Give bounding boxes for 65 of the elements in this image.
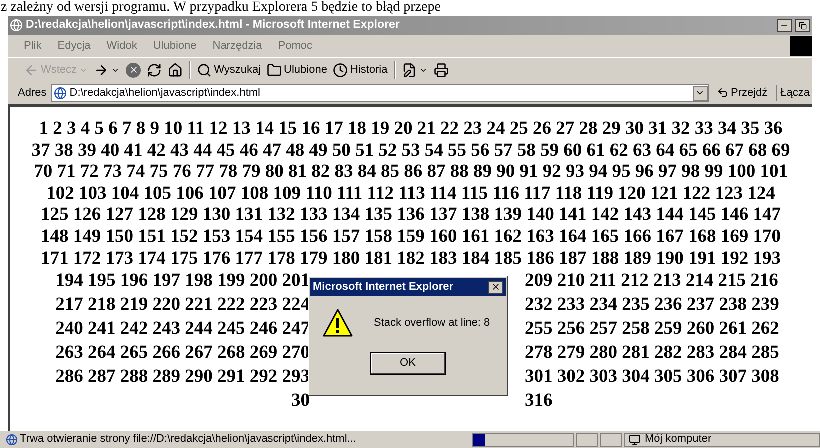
number-row: 171 172 173 174 175 176 177 178 179 180 181 182 183 184 185 186 187 188 189 190 191 192 193 <box>41 248 781 270</box>
number-row: 278 279 280 281 282 283 284 285 <box>525 343 780 364</box>
caption-text: z zależny od wersji programu. W przypadku Explorera 5 będzie to błąd przepe <box>0 0 442 16</box>
menu-item[interactable]: Ulubione <box>153 38 197 54</box>
page-icon <box>6 434 18 446</box>
number-row: 240 241 242 243 244 245 246 247 <box>56 319 310 340</box>
number-row: 301 302 303 304 305 306 307 308 <box>525 367 780 388</box>
number-row: 194 195 196 197 198 199 200 201 <box>56 271 310 292</box>
folder-icon <box>267 62 282 78</box>
stop-button[interactable] <box>126 62 142 78</box>
links-button[interactable]: Łącza <box>776 84 812 102</box>
close-icon <box>490 282 500 292</box>
home-icon <box>168 62 184 78</box>
number-row: 232 233 234 235 236 237 238 239 <box>525 295 780 316</box>
history-button[interactable]: Historia <box>333 62 388 78</box>
restore-button[interactable] <box>795 19 810 32</box>
status-panel <box>600 432 622 446</box>
forward-arrow-icon <box>94 62 110 78</box>
warning-icon <box>322 308 354 338</box>
restore-icon <box>798 22 806 30</box>
computer-icon <box>629 434 641 446</box>
refresh-icon <box>147 62 162 78</box>
minimize-button[interactable] <box>777 19 792 32</box>
ok-button[interactable]: OK <box>370 352 446 375</box>
number-row: 30 <box>292 391 310 412</box>
refresh-button[interactable] <box>147 62 162 78</box>
go-button[interactable]: Przejdź <box>712 84 772 102</box>
page-icon <box>54 86 67 100</box>
number-row: 125 126 127 128 129 130 131 132 133 134 135 136 137 138 139 140 141 142 143 144 145 146 147 <box>41 205 781 227</box>
dialog-message: Stack overflow at line: 8 <box>374 316 490 331</box>
number-row: 37 38 39 40 41 42 43 44 45 46 47 48 49 50 51 52 53 54 55 56 57 58 59 60 61 62 63 64 65 66 67 68 69 <box>32 140 790 162</box>
status-text: Trwa otwieranie strony file://D:\redakcja\helion\javascript\index.html... <box>20 432 358 448</box>
number-row: 102 103 104 105 106 107 108 109 110 111 112 113 114 115 116 117 118 119 120 121 122 123 124 <box>46 184 776 206</box>
window-title: D:\redakcja\helion\javascript\index.html - Microsoft Internet Explorer <box>26 18 401 33</box>
clock-icon <box>333 62 348 78</box>
number-row: 286 287 288 289 290 291 292 293 <box>56 367 310 388</box>
edit-button[interactable] <box>402 62 428 78</box>
menu-item[interactable]: Plik <box>24 38 42 54</box>
number-row: 255 256 257 258 259 260 261 262 <box>525 319 780 340</box>
favorites-button[interactable]: Ulubione <box>267 62 328 78</box>
close-button[interactable] <box>488 280 503 294</box>
number-row: 1 2 3 4 5 6 7 8 9 10 11 12 13 14 15 16 17 18 19 20 21 22 23 24 25 26 27 28 29 30 31 32 33 34 35 36 <box>39 119 783 141</box>
number-row: 209 210 211 212 213 214 215 216 <box>525 271 778 292</box>
address-label: Adres <box>18 86 47 101</box>
printer-icon <box>434 62 449 78</box>
menu-item[interactable]: Widok <box>106 38 138 54</box>
home-button[interactable] <box>168 62 184 78</box>
print-button[interactable] <box>434 62 449 78</box>
number-row: 316 <box>525 391 553 412</box>
stop-icon <box>126 62 142 78</box>
number-row: 70 71 72 73 74 75 76 77 78 79 80 81 82 83 84 85 86 87 88 89 90 91 92 93 94 95 96 97 98 99 100 101 <box>34 162 788 184</box>
forward-button[interactable] <box>94 62 120 78</box>
search-button[interactable]: Wyszukaj <box>197 62 262 78</box>
dialog-title: Microsoft Internet Explorer <box>313 280 455 295</box>
menu-item[interactable]: Edycja <box>58 38 91 54</box>
status-panel <box>576 432 598 446</box>
number-row: 148 149 150 151 152 153 154 155 156 157 158 159 160 161 162 163 164 165 166 167 168 169 170 <box>41 226 781 249</box>
address-field[interactable]: D:\redakcja\helion\javascript\index.html <box>50 84 709 102</box>
zone-text: Mój komputer <box>645 432 712 448</box>
menu-item[interactable]: Pomoc <box>278 38 313 54</box>
menu-item[interactable]: Narzędzia <box>212 38 262 54</box>
document-edit-icon <box>402 62 417 78</box>
search-icon <box>197 62 212 78</box>
go-arrow-icon <box>716 87 729 99</box>
dropdown-button[interactable] <box>692 86 708 100</box>
